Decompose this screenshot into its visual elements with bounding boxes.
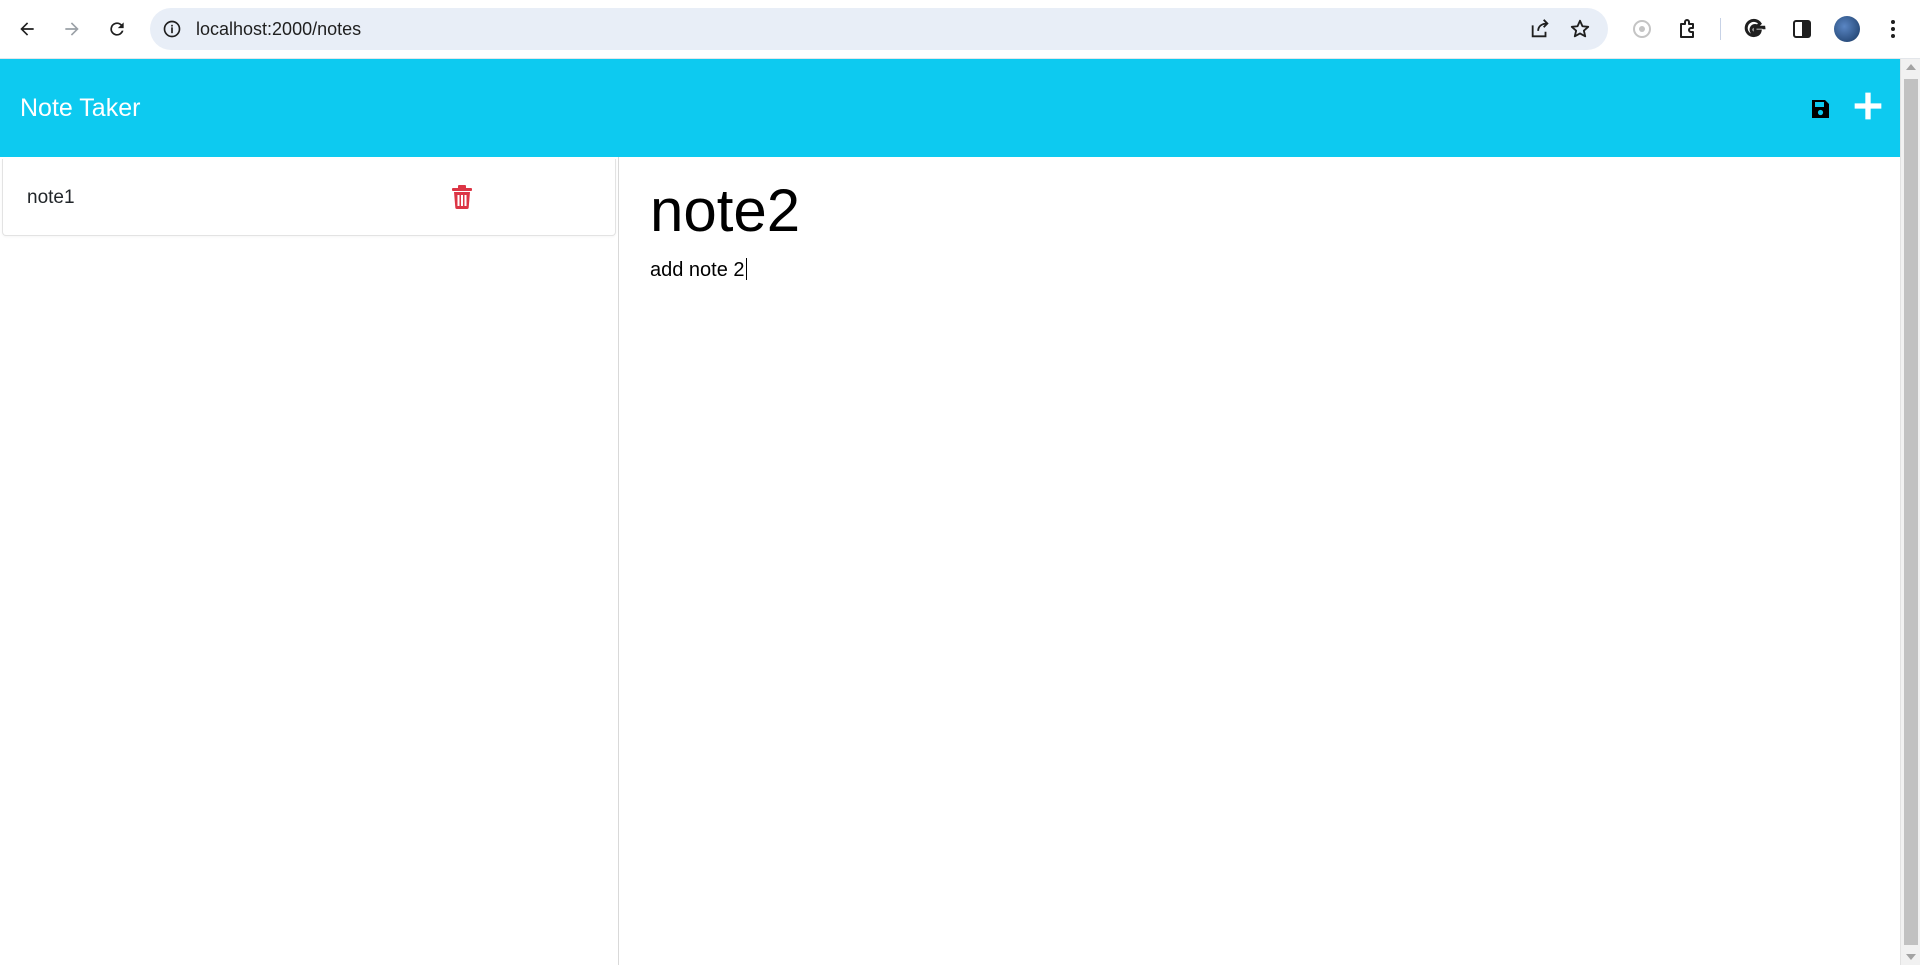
url-text[interactable]: localhost:2000/notes	[196, 19, 361, 40]
new-note-icon[interactable]	[1852, 90, 1884, 122]
back-button[interactable]	[10, 12, 44, 46]
text-caret	[745, 258, 747, 280]
forward-button[interactable]	[55, 12, 89, 46]
address-bar[interactable]: localhost:2000/notes	[150, 8, 1608, 50]
note-textarea[interactable]: add note 2	[650, 258, 747, 282]
google-icon[interactable]	[1743, 17, 1767, 41]
app-header: Note Taker	[0, 59, 1900, 157]
toolbar-divider	[1720, 18, 1721, 40]
side-panel-icon[interactable]	[1790, 17, 1814, 41]
save-note-icon[interactable]	[1808, 97, 1832, 121]
back-icon	[20, 22, 34, 36]
app-title[interactable]: Note Taker	[20, 94, 140, 123]
scrollbar-thumb[interactable]	[1904, 79, 1918, 945]
note-list: note1	[0, 157, 619, 965]
scroll-up-arrow[interactable]	[1906, 64, 1916, 70]
puzzle-icon[interactable]	[1676, 17, 1700, 41]
scroll-down-arrow[interactable]	[1906, 954, 1916, 960]
info-icon[interactable]	[162, 19, 182, 39]
reload-icon	[110, 22, 124, 36]
avatar[interactable]	[1834, 16, 1860, 42]
forward-icon	[65, 22, 79, 36]
star-icon[interactable]	[1569, 18, 1591, 40]
trash-icon[interactable]	[451, 185, 473, 209]
reload-button[interactable]	[100, 12, 134, 46]
extension-icon[interactable]	[1630, 17, 1654, 41]
note-editor: note2 add note 2	[620, 157, 1900, 965]
menu-icon[interactable]	[1881, 17, 1905, 41]
browser-toolbar: localhost:2000/notes	[0, 0, 1920, 59]
note-list-item-title[interactable]: note1	[27, 187, 75, 209]
list-item[interactable]: note1	[2, 159, 616, 236]
note-title-input[interactable]: note2	[650, 175, 800, 247]
note-text: add note 2	[650, 259, 745, 281]
share-icon[interactable]	[1529, 18, 1551, 40]
page-scrollbar[interactable]	[1900, 59, 1920, 965]
